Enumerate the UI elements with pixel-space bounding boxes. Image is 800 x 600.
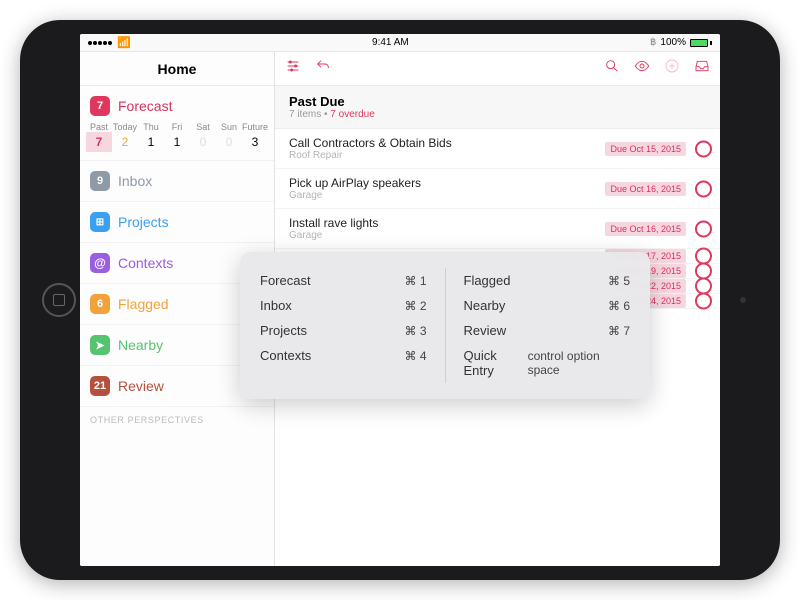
undo-icon[interactable] xyxy=(315,58,331,79)
shortcut-key: ⌘ 6 xyxy=(608,299,630,313)
search-icon[interactable] xyxy=(604,58,620,79)
keyboard-shortcuts-overlay: Forecast ⌘ 1 Inbox ⌘ 2 Projects ⌘ 3 Contexts ⌘ … xyxy=(240,252,650,399)
signal-dots-icon xyxy=(88,37,113,48)
camera-dot xyxy=(740,297,746,303)
battery-pct: 100% xyxy=(660,37,686,48)
sidebar-item-inbox[interactable]: 9 Inbox xyxy=(80,161,274,202)
sidebar-badge: 6 xyxy=(90,294,110,314)
sidebar-item-label: Projects xyxy=(118,214,169,230)
shortcut-row: Quick Entrycontrol option space xyxy=(464,343,631,383)
task-row[interactable]: Install rave lightsGarageDue Oct 16, 201… xyxy=(275,209,720,249)
shortcut-key: ⌘ 7 xyxy=(608,324,630,338)
status-bar: 📶 9:41 AM ฿ 100% xyxy=(80,34,720,52)
screen: 📶 9:41 AM ฿ 100% Home 7 Forecast PastTod… xyxy=(80,34,720,566)
shortcut-name: Projects xyxy=(260,323,307,338)
due-badge: Due Oct 16, 2015 xyxy=(605,222,686,236)
sidebar-badge: ⊞ xyxy=(90,212,110,232)
sidebar-badge: ➤ xyxy=(90,335,110,355)
section-subtitle: 7 items • 7 overdue xyxy=(289,109,706,120)
shortcut-key: control option space xyxy=(528,349,630,377)
complete-circle[interactable] xyxy=(695,180,712,197)
forecast-mini-cal[interactable]: PastTodayThuFriSatSunFuture 7211003 xyxy=(80,120,274,161)
shortcut-row: Forecast ⌘ 1 xyxy=(260,268,427,293)
complete-circle[interactable] xyxy=(695,140,712,157)
forecast-label: Forecast xyxy=(118,98,172,114)
shortcut-name: Contexts xyxy=(260,348,311,363)
shortcut-row: Projects ⌘ 3 xyxy=(260,318,427,343)
toolbar xyxy=(275,52,720,86)
sidebar-item-label: Flagged xyxy=(118,296,169,312)
shortcut-name: Flagged xyxy=(464,273,511,288)
sidebar-item-label: Review xyxy=(118,378,164,394)
settings-icon[interactable] xyxy=(285,58,301,79)
inbox-icon[interactable] xyxy=(694,58,710,79)
shortcut-key: ⌘ 4 xyxy=(404,349,426,363)
home-button[interactable] xyxy=(42,283,76,317)
shortcut-key: ⌘ 1 xyxy=(404,274,426,288)
shortcut-name: Forecast xyxy=(260,273,311,288)
shortcut-row: Review ⌘ 7 xyxy=(464,318,631,343)
other-perspectives-label: OTHER PERSPECTIVES xyxy=(80,407,274,425)
section-header: Past Due 7 items • 7 overdue xyxy=(275,86,720,129)
sidebar-badge: 21 xyxy=(90,376,110,396)
due-badge: Due Oct 15, 2015 xyxy=(605,142,686,156)
clock: 9:41 AM xyxy=(372,37,409,48)
sidebar-item-label: Contexts xyxy=(118,255,173,271)
wifi-icon: 📶 xyxy=(117,36,131,49)
shortcut-key: ⌘ 2 xyxy=(404,299,426,313)
sidebar-badge: @ xyxy=(90,253,110,273)
shortcut-name: Nearby xyxy=(464,298,506,313)
task-row[interactable]: Pick up AirPlay speakersGarageDue Oct 16… xyxy=(275,169,720,209)
shortcut-name: Review xyxy=(464,323,507,338)
sidebar-item-projects[interactable]: ⊞ Projects xyxy=(80,202,274,243)
shortcut-row: Contexts ⌘ 4 xyxy=(260,343,427,368)
shortcut-key: ⌘ 5 xyxy=(608,274,630,288)
shortcut-name: Inbox xyxy=(260,298,292,313)
sidebar-badge: 9 xyxy=(90,171,110,191)
shortcut-name: Quick Entry xyxy=(464,348,528,378)
eye-icon[interactable] xyxy=(634,58,650,79)
shortcut-row: Nearby ⌘ 6 xyxy=(464,293,631,318)
forecast-badge: 7 xyxy=(90,96,110,116)
sidebar-item-label: Inbox xyxy=(118,173,152,189)
shortcut-row: Flagged ⌘ 5 xyxy=(464,268,631,293)
complete-circle[interactable] xyxy=(695,220,712,237)
bluetooth-icon: ฿ xyxy=(650,37,656,48)
shortcut-row: Inbox ⌘ 2 xyxy=(260,293,427,318)
complete-circle[interactable] xyxy=(695,293,712,310)
due-badge: Due Oct 16, 2015 xyxy=(605,182,686,196)
sidebar-item-forecast[interactable]: 7 Forecast xyxy=(80,86,274,120)
task-row[interactable]: Call Contractors & Obtain BidsRoof Repai… xyxy=(275,129,720,169)
battery-icon xyxy=(690,39,712,47)
sidebar-item-label: Nearby xyxy=(118,337,163,353)
shortcut-key: ⌘ 3 xyxy=(404,324,426,338)
section-title: Past Due xyxy=(289,94,706,109)
ipad-frame: 📶 9:41 AM ฿ 100% Home 7 Forecast PastTod… xyxy=(20,20,780,580)
sidebar-title: Home xyxy=(80,52,274,86)
add-icon[interactable] xyxy=(664,58,680,79)
